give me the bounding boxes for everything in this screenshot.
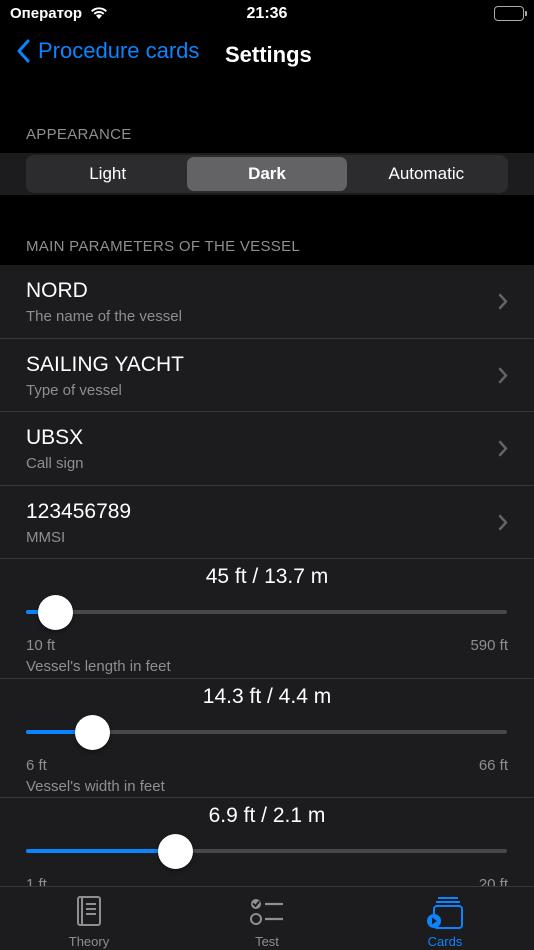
chevron-right-icon — [498, 440, 508, 457]
tab-cards-label: Cards — [427, 934, 463, 949]
chevron-right-icon — [498, 293, 508, 310]
vessel-length-slider[interactable] — [26, 595, 507, 630]
vessel-length-slider-row: 45 ft / 13.7 m 10 ft 590 ft Vessel's len… — [0, 559, 534, 679]
navigation-bar: Procedure cards Settings — [0, 30, 534, 80]
slider-thumb[interactable] — [75, 714, 111, 750]
vessel-length-label: Vessel's length in feet — [26, 658, 171, 675]
segment-dark[interactable]: Dark — [187, 157, 347, 191]
vessel-length-value: 45 ft / 13.7 m — [205, 565, 329, 588]
mmsi-value: 123456789 — [26, 499, 132, 523]
book-icon — [77, 896, 101, 926]
slider-min-label: 10 ft — [26, 637, 56, 654]
slider-fill — [26, 849, 176, 853]
appearance-cell: Light Dark Automatic — [0, 153, 534, 195]
vessel-draft-value: 6.9 ft / 2.1 m — [208, 804, 326, 827]
slider-max-label: 590 ft — [470, 637, 508, 654]
chevron-left-icon — [17, 39, 30, 63]
vessel-type-label: Type of vessel — [26, 381, 122, 399]
slider-thumb[interactable] — [37, 595, 73, 630]
vessel-name-label: The name of the vessel — [26, 308, 182, 325]
vessel-section-header: MAIN PARAMETERS OF THE VESSEL — [26, 238, 301, 255]
vessel-draft-slider[interactable] — [26, 834, 507, 869]
vessel-draft-slider-row: 6.9 ft / 2.1 m 1 ft 20 ft — [0, 798, 534, 887]
status-bar: Оператор 21:36 — [0, 0, 534, 30]
segment-light[interactable]: Light — [28, 157, 187, 191]
tab-test-label: Test — [255, 934, 279, 949]
chevron-right-icon — [498, 514, 508, 530]
mmsi-row[interactable]: 123456789 MMSI — [0, 486, 534, 559]
vessel-name-row[interactable]: NORD The name of the vessel — [0, 265, 534, 339]
cards-icon — [427, 897, 463, 929]
call-sign-label: Call sign — [26, 455, 84, 472]
slider-min-label: 6 ft — [26, 756, 47, 774]
appearance-section-header: APPEARANCE — [26, 126, 132, 143]
segment-automatic[interactable]: Automatic — [347, 157, 506, 191]
checklist-icon — [250, 899, 283, 925]
mmsi-label: MMSI — [26, 528, 66, 546]
slider-thumb[interactable] — [157, 834, 193, 869]
tab-bar: Theory Test Cards — [0, 886, 534, 950]
call-sign-row[interactable]: UBSX Call sign — [0, 412, 534, 486]
back-button-label: Procedure cards — [38, 38, 200, 63]
vessel-parameters-list: NORD The name of the vessel SAILING YACH… — [0, 265, 534, 887]
vessel-width-label: Vessel's width in feet — [26, 777, 165, 795]
status-time: 21:36 — [246, 5, 288, 22]
appearance-segmented-control: Light Dark Automatic — [26, 155, 508, 193]
vessel-name-value: NORD — [26, 279, 88, 302]
call-sign-value: UBSX — [26, 426, 84, 449]
slider-max-label: 66 ft — [478, 756, 508, 774]
tab-theory-label: Theory — [68, 934, 110, 949]
vessel-width-slider-row: 14.3 ft / 4.4 m 6 ft 66 ft Vessel's widt… — [0, 679, 534, 798]
chevron-right-icon — [498, 367, 508, 383]
vessel-width-slider[interactable] — [26, 714, 507, 750]
back-button[interactable]: Procedure cards — [16, 38, 199, 64]
battery-icon — [494, 6, 527, 21]
tab-cards[interactable]: Cards — [356, 887, 534, 950]
page-title: Settings — [225, 42, 312, 67]
tab-theory[interactable]: Theory — [0, 887, 178, 950]
vessel-type-row[interactable]: SAILING YACHT Type of vessel — [0, 339, 534, 412]
tab-test[interactable]: Test — [178, 887, 356, 950]
vessel-width-value: 14.3 ft / 4.4 m — [202, 684, 332, 708]
vessel-type-value: SAILING YACHT — [26, 352, 184, 376]
